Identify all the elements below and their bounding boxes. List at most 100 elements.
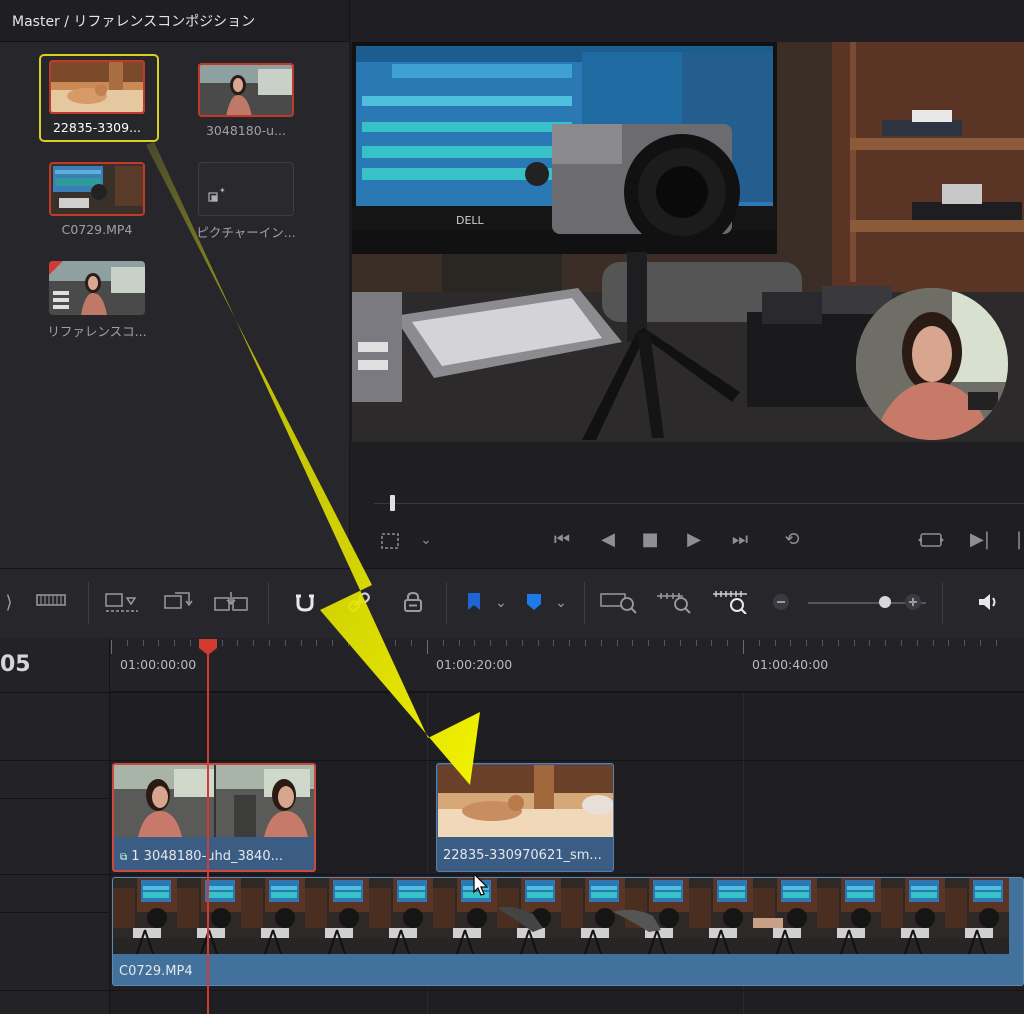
skip-to-start-icon[interactable]: ⏮ [546, 530, 578, 550]
ruler-tick [190, 640, 191, 646]
viewer-crop-icon[interactable] [378, 531, 402, 556]
ruler-tick [316, 640, 318, 646]
pip-effect-icon: ⧉ [120, 852, 128, 863]
ruler-tick [727, 640, 729, 646]
ruler-tick [695, 640, 697, 646]
track-headers [0, 638, 110, 1014]
ruler-timecode: 01:00:00:00 [120, 657, 197, 672]
timeline-clip-cat[interactable]: 22835-330970621_sm... [436, 763, 614, 872]
viewer-canvas[interactable]: DELL [352, 42, 1024, 442]
flag-icon[interactable] [462, 590, 486, 616]
ruler-tick [679, 640, 681, 646]
ruler-timecode: 01:00:40:00 [752, 657, 829, 672]
ruler-tick [269, 640, 270, 646]
zoom-out-icon[interactable] [770, 590, 792, 616]
ruler-tick [774, 640, 776, 646]
clip-name: 22835-330970621_sm... [443, 848, 602, 863]
chevron-down-icon[interactable]: ⌄ [552, 590, 570, 616]
ruler-tick [790, 640, 792, 646]
toolbar-separator [942, 582, 943, 624]
ruler-tick [158, 640, 160, 646]
media-clip-c0729[interactable]: C0729.MP4 [39, 156, 149, 246]
ruler-tick [600, 640, 602, 646]
clip-name: 3048180-u... [205, 123, 287, 138]
ruler-tick [853, 640, 855, 646]
replace-icon[interactable] [160, 590, 196, 616]
ruler-tick [458, 640, 460, 646]
media-pool-breadcrumb[interactable]: Master / リファレンスコンポジション [12, 11, 255, 31]
position-lock-icon[interactable] [398, 590, 428, 616]
ruler-tick [490, 640, 492, 646]
ruler-tick [411, 640, 413, 646]
ruler-tick [585, 640, 586, 646]
ruler-tick [300, 640, 302, 646]
media-clip-cat[interactable]: 22835-3309... [39, 54, 159, 144]
ruler-tick [664, 640, 665, 646]
stop-icon[interactable]: ■ [638, 530, 662, 550]
ruler-tick [980, 640, 981, 646]
clip-filmstrip [113, 878, 1010, 954]
ruler-tick [474, 640, 476, 646]
ruler-tick [221, 640, 223, 646]
match-frame-icon[interactable] [916, 530, 946, 555]
ruler-tick [363, 640, 365, 646]
ruler-tick [427, 640, 428, 654]
ruler-tick [126, 640, 128, 646]
ruler-tick [743, 640, 744, 654]
timeline-clip-main[interactable]: C0729.MP4 [112, 877, 1024, 986]
chevron-down-icon[interactable]: ⌄ [416, 530, 436, 550]
skip-to-end-icon[interactable]: ⏭ [724, 530, 756, 550]
media-clip-reference[interactable]: リファレンスコ... [39, 255, 149, 345]
ruler-tick [237, 640, 239, 646]
toolbar-separator [88, 582, 89, 624]
clip-label: ⧉ 1 3048180-uhd_3840... [120, 849, 283, 864]
ruler-tick [648, 640, 650, 646]
media-clip-pip[interactable]: ✦ ピクチャーイン... [188, 156, 298, 246]
ruler-tick [253, 640, 255, 646]
marker-icon[interactable] [522, 590, 546, 616]
ruler-tick [932, 640, 934, 646]
zoom-slider-handle[interactable] [878, 596, 891, 608]
ruler-tick [142, 640, 144, 646]
timeline-ruler[interactable] [110, 638, 1024, 692]
chevron-down-icon[interactable]: ⌄ [492, 590, 510, 616]
overwrite-icon[interactable] [102, 590, 142, 616]
mouse-cursor-icon [473, 872, 489, 896]
scrubber-track[interactable] [374, 503, 1024, 504]
ruler-tick [822, 640, 823, 646]
blade-edit-icon[interactable] [34, 590, 68, 616]
playhead-handle[interactable] [198, 638, 218, 656]
clip-filmstrip [114, 765, 314, 837]
volume-icon[interactable] [974, 590, 1002, 616]
ruler-tick [332, 640, 334, 646]
partial-icon: | [1015, 530, 1023, 550]
ruler-tick [284, 640, 286, 646]
toolbar-separator [268, 582, 269, 624]
ruler-tick [885, 640, 887, 646]
ruler-tick [506, 640, 507, 646]
snapping-icon[interactable] [290, 590, 320, 616]
play-reverse-icon[interactable]: ◀ [596, 530, 620, 550]
zoom-custom-icon[interactable] [710, 590, 752, 616]
ruler-tick [442, 640, 444, 646]
media-clip-woman[interactable]: 3048180-u... [188, 57, 298, 147]
zoom-full-icon[interactable] [598, 590, 640, 616]
clip-name: ピクチャーイン... [196, 225, 296, 240]
loop-icon[interactable]: ⟲ [776, 530, 808, 550]
trim-icon[interactable]: ⟩ [0, 590, 18, 616]
play-icon[interactable]: ▶ [682, 530, 706, 550]
clip-thumbnail [49, 162, 145, 216]
linked-selection-icon[interactable] [344, 590, 374, 616]
next-edit-icon[interactable]: ▶| [968, 530, 992, 550]
playhead-line[interactable] [207, 640, 209, 1014]
place-on-top-icon[interactable] [212, 590, 252, 616]
clip-name: 22835-3309... [52, 120, 141, 135]
timeline-clip-pip[interactable]: ⧉ 1 3048180-uhd_3840... [112, 763, 316, 872]
track-divider [0, 912, 110, 913]
clip-thumbnail: ✦ [198, 162, 294, 216]
ruler-tick [632, 640, 634, 646]
zoom-detail-icon[interactable] [654, 590, 696, 616]
track-divider [0, 874, 1024, 875]
zoom-in-icon[interactable] [902, 590, 924, 616]
scrubber-handle[interactable] [390, 495, 395, 511]
